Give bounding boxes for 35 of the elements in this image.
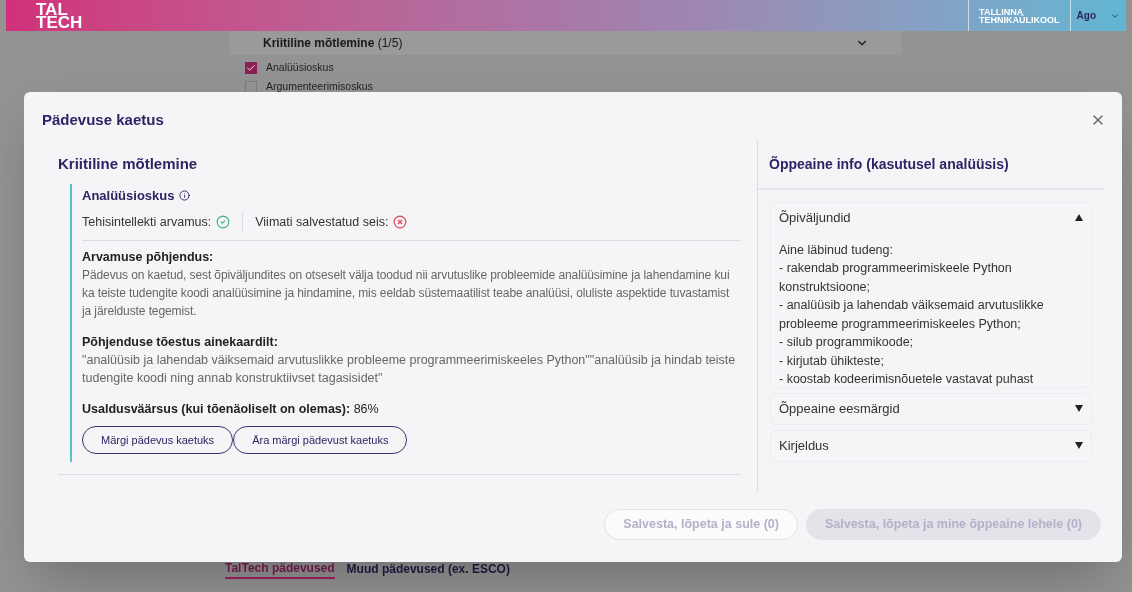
skill-label: Analüüsioskus [266, 59, 334, 75]
skill-name: Analüüsioskus [82, 186, 175, 205]
reasoning-heading: Arvamuse põhjendus: [82, 249, 215, 266]
learning-outcome-text: - rakendab programmeerimiskeele Python konstruktsioone; [779, 260, 1013, 296]
tab[interactable]: Muud pädevused (ex. ESCO) [346, 555, 510, 579]
info-icon [179, 189, 191, 201]
evidence-heading: Põhjenduse tõestus ainekaardilt: [82, 334, 279, 351]
section-header[interactable]: Kriitiline mõtlemine (1/5) [230, 31, 902, 55]
learning-outcome-text: - silub programmikoode; [779, 334, 915, 351]
learning-outcome-text: - analüüsib ja lahendab väiksemaid arvutuslikke probleeme programmeerimiskeeles Python; [779, 297, 1045, 333]
accordion-header[interactable]: Õpiväljundid [771, 202, 1091, 233]
accordion-header[interactable]: Õppeaine eesmärgid [771, 393, 1091, 424]
triangle-down-icon [1075, 442, 1083, 449]
mark-button[interactable]: Märgi pädevus kaetuks [82, 426, 234, 454]
panel-title: Õppeaine info (kasutusel analüüsis) [758, 139, 1104, 190]
logo: TAL TECH [36, 2, 83, 29]
evidence-text: "analüüsib ja lahendab väiksemaid arvutuslikke probleeme programmeerimiskeeles Python""analüüsib ja hindab teiste tudengite koodi ning annab konstruktiivset tagasisidet" [82, 352, 737, 387]
confidence-text: Usaldusväärsus (kui tõenäoliselt on olemas): 86% [82, 401, 380, 418]
reasoning-text: Pädevus on kaetud, sest õpiväljundites on otseselt välja toodud nii arvutuslike probleemide analüüsimine ja lahendamine kui ka teiste tudengite koodi analüüsimine ja hindamine, mis eeldab süstemaatilist teabe analüüsi, oluliste aspektide tuvastamist ja järelduste tegemist. [82, 267, 731, 320]
dialog-title: Pädevuse kaetus [42, 110, 164, 130]
learning-outcome-text: - koostab kodeerimisnõuetele vastavat puhast [779, 371, 1035, 387]
group-title: Kriitiline mõtlemine [58, 153, 199, 174]
university-name: TALLINNA TEHNIKAÜLIKOOL [968, 0, 1071, 31]
skill-label: Argumenteerimisoskus [266, 78, 373, 94]
ai-opinion-label: Tehisintellekti arvamus: [82, 213, 212, 231]
triangle-down-icon [1075, 405, 1083, 412]
learning-outcome-text: - kirjutab ühikteste; [779, 352, 885, 370]
mark-button[interactable]: Ära märgi pädevust kaetuks [233, 426, 408, 454]
learning-outcome-text: Aine läbinud tudeng: [779, 241, 894, 259]
user-menu[interactable]: Ago [1070, 8, 1126, 23]
accordion-header[interactable]: Kirjeldus [771, 430, 1091, 461]
saved-state-label: Viimati salvestatud seis: [255, 213, 389, 231]
checkbox[interactable] [245, 61, 257, 74]
triangle-up-icon [1075, 214, 1083, 221]
check-icon [246, 62, 256, 73]
